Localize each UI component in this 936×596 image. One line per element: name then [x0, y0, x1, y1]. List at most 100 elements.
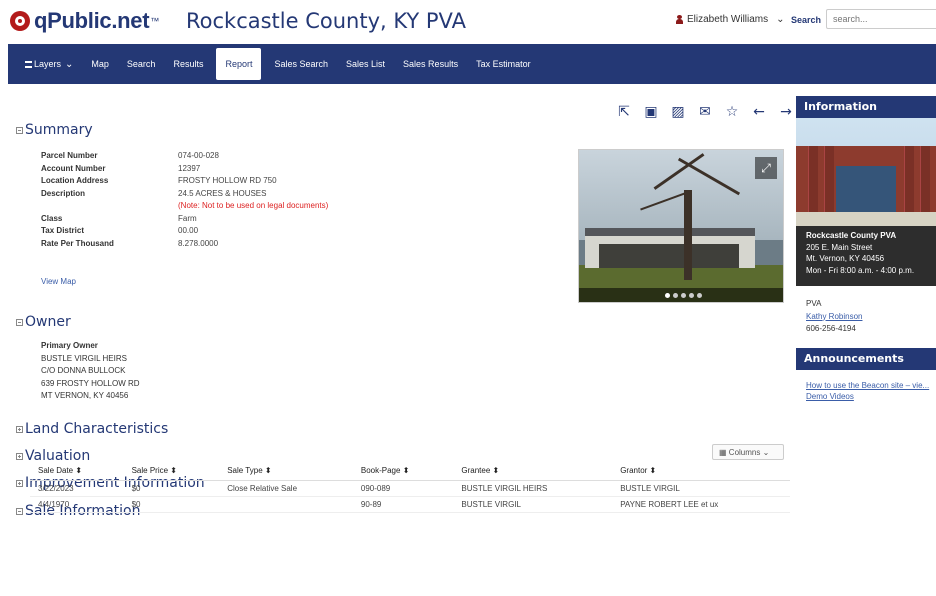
nav-sales-results[interactable]: Sales Results [394, 44, 467, 84]
user-name: Elizabeth Williams [687, 14, 769, 25]
qpublic-logo[interactable]: qPublic.net ™ [10, 6, 159, 36]
col-sale-price[interactable]: Sale Price ⬍ [123, 462, 220, 481]
photo-porch [599, 244, 739, 268]
primary-owner-label: Primary Owner [41, 341, 98, 350]
nav-layers-label: Layers [34, 59, 62, 69]
user-menu[interactable]: Elizabeth Williams ⌄ [676, 14, 785, 25]
fullscreen-icon[interactable]: ⤢ [755, 157, 777, 179]
summary-header[interactable]: Summary [16, 122, 93, 138]
col-sale-type[interactable]: Sale Type ⬍ [219, 462, 353, 481]
report-toolbar: ⇱ ▣ ▨ ✉ ☆ ← → [616, 104, 794, 120]
land-title: Land Characteristics [25, 421, 169, 437]
owner-details: Primary Owner BUSTLE VIRGIL HEIRS C/O DO… [41, 340, 140, 403]
col-grantee[interactable]: Grantee ⬍ [453, 462, 613, 481]
photo-tree [684, 190, 692, 280]
view-map-link[interactable]: View Map [41, 277, 76, 286]
pva-phone: 606-256-4194 [806, 324, 856, 333]
print-icon[interactable]: ▣ [643, 104, 659, 120]
expand-icon [16, 425, 23, 433]
field-rate-per-thousand: Rate Per Thousand 8.278.0000 [41, 238, 219, 248]
col-grantor[interactable]: Grantor ⬍ [612, 462, 790, 481]
report-main: ⇱ ▣ ▨ ✉ ☆ ← → Summary Parcel Number 074-0… [8, 84, 792, 596]
land-header[interactable]: Land Characteristics [16, 421, 168, 437]
cell: PAYNE ROBERT LEE et ux [612, 496, 790, 513]
arrow-right-icon[interactable]: → [778, 104, 794, 120]
owner-line: 639 FROSTY HOLLOW RD [41, 378, 140, 388]
office-info: Rockcastle County PVA 205 E. Main Street… [796, 226, 936, 286]
summary-fields: Parcel Number 074-00-028 Account Number 12… [41, 150, 328, 250]
field-tax-district: Tax District 00.00 [41, 226, 199, 235]
table-row: 3/22/2023 $0 Close Relative Sale 090-089… [30, 480, 790, 497]
cell: Close Relative Sale [219, 480, 353, 497]
chevron-down-icon: ⌄ [65, 58, 74, 70]
email-icon[interactable]: ✉ [697, 104, 713, 120]
info-sidebar: Information Rockcastle County PVA 205 E.… [796, 96, 936, 596]
cell [219, 496, 353, 513]
nav-tax-estimator[interactable]: Tax Estimator [467, 44, 540, 84]
announcement-links: How to use the Beacon site – vie... Demo… [796, 370, 936, 413]
share-icon[interactable]: ⇱ [616, 104, 632, 120]
building-column [920, 146, 930, 216]
nav-sales-list[interactable]: Sales List [337, 44, 394, 84]
search-input[interactable] [826, 9, 936, 29]
cell: 090-089 [352, 480, 454, 497]
nav-search[interactable]: Search [118, 44, 165, 84]
columns-label: Columns [728, 448, 761, 457]
pager-dot[interactable] [673, 293, 678, 298]
col-sale-date[interactable]: Sale Date ⬍ [30, 462, 124, 481]
sale-table-header-row: Sale Date ⬍ Sale Price ⬍ Sale Type ⬍ Boo… [30, 462, 790, 481]
nav-report[interactable]: Report [216, 48, 262, 80]
cell: BUSTLE VIRGIL [453, 496, 613, 513]
property-photo[interactable]: ⤢ [578, 149, 784, 303]
owner-line: C/O DONNA BULLOCK [41, 366, 126, 375]
office-photo [796, 118, 936, 226]
image-icon[interactable]: ▨ [670, 104, 686, 120]
search-label: Search [791, 15, 822, 25]
announcement-link[interactable]: Demo Videos [806, 391, 926, 403]
collapse-icon [16, 318, 23, 326]
chevron-down-icon: ⌄ [762, 448, 770, 457]
owner-line: MT VERNON, KY 40456 [41, 391, 129, 400]
information-title: Information [796, 96, 936, 118]
field-parcel-number: Parcel Number 074-00-028 [41, 151, 219, 160]
star-icon[interactable]: ☆ [724, 104, 740, 120]
nav-sales-search[interactable]: Sales Search [265, 44, 337, 84]
owner-title: Owner [25, 314, 71, 330]
announcements-title: Announcements [796, 347, 936, 370]
pager-dot[interactable] [697, 293, 702, 298]
nav-layers[interactable]: Layers ⌄ [16, 44, 82, 84]
sale-table: Sale Date ⬍ Sale Price ⬍ Sale Type ⬍ Boo… [30, 462, 790, 513]
announcement-link[interactable]: How to use the Beacon site – vie... [806, 380, 929, 392]
top-header: qPublic.net ™ Rockcastle County, KY PVA … [0, 0, 936, 42]
office-address-2: Mt. Vernon, KY 40456 [806, 254, 885, 263]
pva-name-link[interactable]: Kathy Robinson [806, 311, 926, 324]
field-note: (Note: Not to be used on legal documents… [178, 201, 329, 210]
col-book-page[interactable]: Book-Page ⬍ [352, 462, 454, 481]
cell: BUSTLE VIRGIL [612, 480, 790, 497]
collapse-icon [16, 126, 23, 134]
arrow-left-icon[interactable]: ← [751, 104, 767, 120]
field-account-number: Account Number 12397 [41, 163, 201, 173]
logo-mark-icon [10, 11, 30, 31]
office-address-1: 205 E. Main Street [806, 242, 873, 252]
cell: 4/4/1970 [30, 496, 124, 513]
columns-button[interactable]: ▦ Columns ⌄ [712, 444, 784, 460]
pager-dot[interactable] [665, 293, 670, 298]
columns-icon: ▦ [719, 448, 727, 457]
field-location-address: Location Address FROSTY HOLLOW RD 750 [41, 176, 277, 185]
cell: 90-89 [352, 496, 454, 513]
nav-results[interactable]: Results [164, 44, 212, 84]
owner-header[interactable]: Owner [16, 314, 71, 330]
field-description: Description 24.5 ACRES & HOUSES [41, 188, 267, 198]
building-entrance [836, 166, 896, 218]
cell: 3/22/2023 [30, 480, 124, 497]
pager-dot[interactable] [681, 293, 686, 298]
pva-label: PVA [806, 299, 822, 308]
building-column [904, 146, 914, 216]
pager-dot[interactable] [689, 293, 694, 298]
layers-icon [25, 60, 32, 68]
field-class: Class Farm [41, 213, 197, 223]
cell: BUSTLE VIRGIL HEIRS [453, 480, 613, 497]
nav-map[interactable]: Map [82, 44, 118, 84]
logo-trademark: ™ [150, 16, 160, 26]
